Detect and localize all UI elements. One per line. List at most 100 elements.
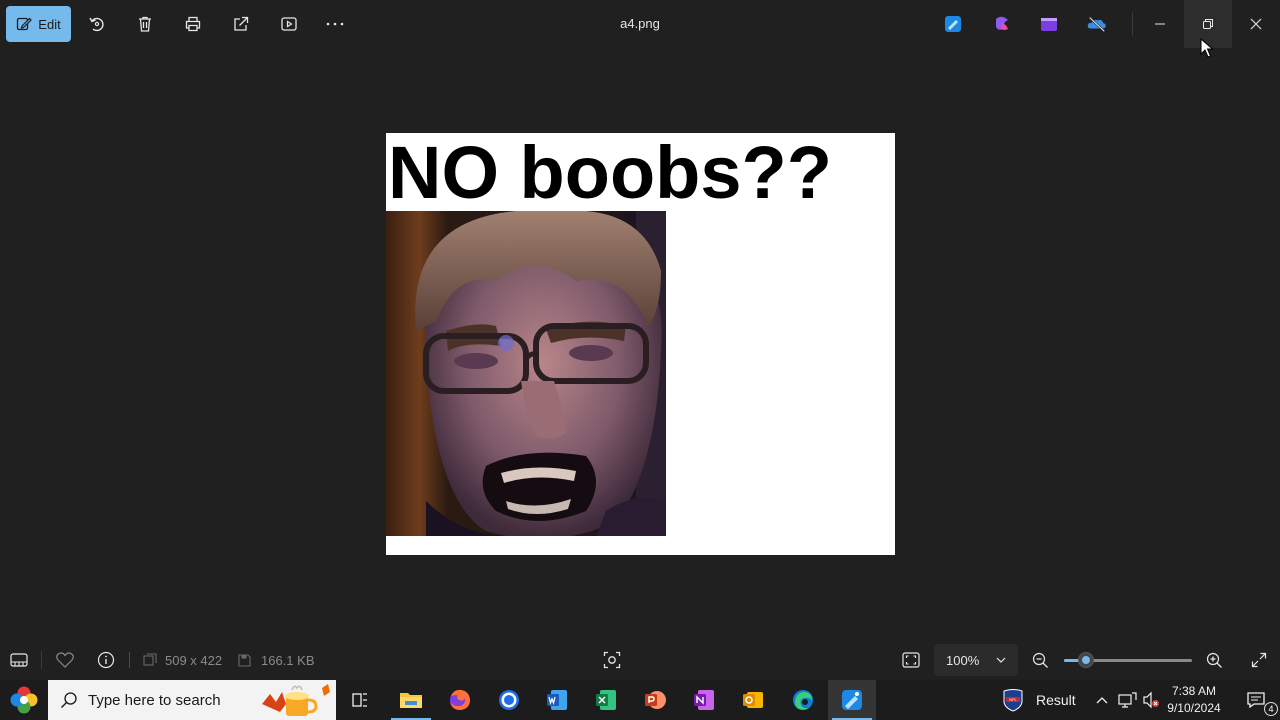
status-bar: 509 x 422 166.1 KB 100% [0, 640, 1280, 680]
taskbar-firefox[interactable] [436, 680, 484, 720]
info-icon [97, 651, 115, 669]
clock-time: 7:38 AM [1171, 684, 1217, 698]
restore-icon [1203, 19, 1213, 29]
photos-editor-icon [945, 16, 961, 32]
rotate-button[interactable] [81, 8, 113, 40]
rotate-icon [89, 17, 104, 32]
taskbar-excel[interactable] [582, 680, 630, 720]
onenote-icon [694, 690, 714, 710]
share-button[interactable] [225, 8, 257, 40]
close-icon [1250, 18, 1262, 30]
autumn-search-highlight-icon [262, 684, 330, 716]
taskbar-chrome[interactable] [485, 680, 533, 720]
zoom-out-icon [1032, 652, 1048, 668]
movie-maker-button[interactable] [1039, 14, 1059, 34]
filmstrip-icon [10, 653, 28, 667]
show-hidden-icons-button[interactable] [1095, 680, 1109, 720]
weather-widget[interactable]: NFL Result [1002, 680, 1076, 720]
visual-search-icon [603, 651, 621, 669]
status-separator [129, 652, 130, 668]
print-button[interactable] [177, 8, 209, 40]
photos-icon [842, 690, 862, 710]
task-view-button[interactable] [336, 680, 384, 720]
chrome-icon [499, 690, 519, 710]
visual-search-button[interactable] [603, 640, 621, 680]
movie-maker-icon [1041, 18, 1057, 31]
save-disk-icon [238, 653, 251, 667]
task-view-icon [352, 693, 367, 707]
start-flower-icon [10, 686, 38, 714]
volume-button[interactable] [1142, 680, 1160, 720]
taskbar-powerpoint[interactable] [631, 680, 679, 720]
displayed-image: NO boobs?? [386, 133, 895, 555]
zoom-in-button[interactable] [1206, 640, 1223, 680]
zoom-in-icon [1206, 652, 1222, 668]
word-icon [547, 690, 567, 710]
taskbar-photos[interactable] [828, 680, 876, 720]
svg-text:NFL: NFL [1009, 697, 1017, 702]
zoom-level-text: 100% [946, 652, 980, 668]
photos-editor-button[interactable] [943, 14, 963, 34]
onedrive-button[interactable] [1087, 14, 1107, 34]
zoom-out-button[interactable] [1032, 640, 1049, 680]
edit-icon [17, 17, 33, 31]
network-status-button[interactable] [1117, 680, 1137, 720]
taskbar-outlook[interactable] [729, 680, 777, 720]
file-info-button[interactable] [97, 640, 115, 680]
chevron-down-icon [996, 657, 1006, 663]
title-bar: Edit a4.png [0, 0, 1280, 48]
share-icon [234, 16, 249, 31]
dimensions-text: 509 x 422 [165, 652, 223, 668]
dimensions-icon [143, 653, 157, 666]
taskbar-file-explorer[interactable] [387, 680, 435, 720]
zoom-slider[interactable] [1064, 652, 1192, 668]
onedrive-icon [1087, 16, 1106, 33]
face-photo [386, 211, 666, 536]
file-size-text: 166.1 KB [261, 652, 315, 668]
excel-icon [596, 690, 616, 710]
fit-window-icon [902, 652, 920, 668]
edit-button[interactable]: Edit [6, 6, 71, 42]
edge-icon [793, 690, 813, 710]
folder-icon [400, 693, 422, 708]
slideshow-button[interactable] [273, 8, 305, 40]
taskbar-word[interactable] [533, 680, 581, 720]
slideshow-icon [281, 17, 297, 31]
zoom-slider-thumb[interactable] [1077, 652, 1094, 668]
taskbar-clock[interactable]: 7:38 AM 9/10/2024 [1160, 683, 1228, 717]
print-icon [185, 16, 201, 32]
minimize-button[interactable] [1136, 0, 1184, 48]
more-options-button[interactable] [319, 8, 351, 40]
start-button[interactable] [0, 680, 48, 720]
taskbar-search-box[interactable]: Type here to search [48, 680, 336, 720]
powerpoint-icon [645, 691, 666, 709]
filmstrip-toggle[interactable] [10, 640, 28, 680]
taskbar-onenote[interactable] [680, 680, 728, 720]
firefox-icon [450, 689, 470, 710]
image-dimensions: 509 x 422 [143, 640, 222, 680]
status-separator [41, 651, 42, 669]
close-button[interactable] [1232, 0, 1280, 48]
clipchamp-icon [996, 16, 1008, 30]
windows-taskbar: Type here to search NFL Result 7:38 AM 9… [0, 680, 1280, 720]
image-viewer-canvas[interactable]: NO boobs?? [0, 48, 1280, 640]
full-screen-button[interactable] [1251, 640, 1267, 680]
clipchamp-button[interactable] [992, 14, 1012, 34]
image-caption-text: NO boobs?? [388, 133, 832, 214]
favorite-button[interactable] [56, 640, 74, 680]
more-icon [326, 22, 344, 26]
delete-button[interactable] [129, 8, 161, 40]
taskbar-edge[interactable] [779, 680, 827, 720]
notification-count-badge: 4 [1264, 702, 1278, 716]
volume-muted-icon [1143, 691, 1159, 709]
clock-date: 9/10/2024 [1167, 701, 1221, 715]
action-center-button[interactable]: 4 [1232, 680, 1280, 720]
nfl-shield-icon: NFL [1003, 689, 1023, 712]
heart-icon [56, 652, 74, 668]
fit-to-window-button[interactable] [902, 640, 920, 680]
toolbar-separator [1132, 12, 1133, 36]
zoom-level-dropdown[interactable]: 100% [934, 644, 1018, 676]
edit-label: Edit [38, 16, 61, 32]
outlook-icon [743, 692, 763, 708]
delete-icon [139, 16, 151, 32]
